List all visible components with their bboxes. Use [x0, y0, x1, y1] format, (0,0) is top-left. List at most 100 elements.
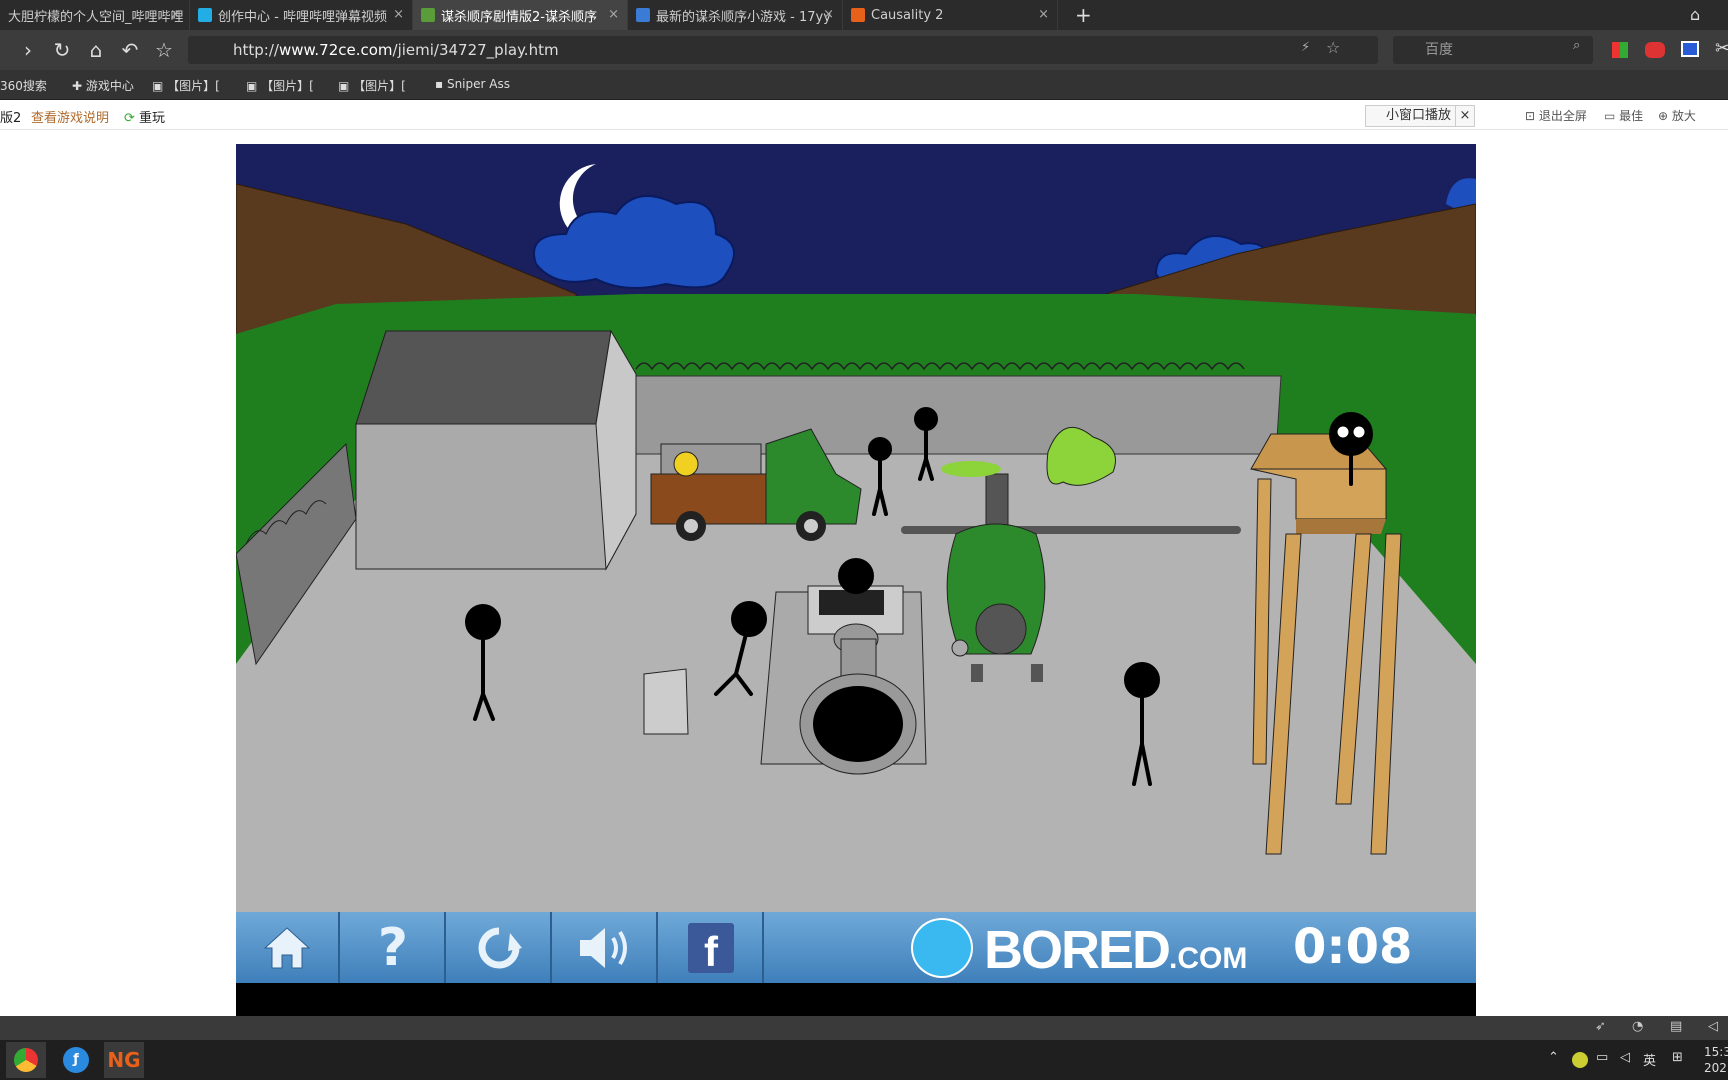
game-canvas[interactable]: ? f BORED.COM 0:08 — [236, 144, 1476, 1016]
binoculars-icon — [1352, 425, 1366, 439]
close-icon[interactable]: × — [393, 7, 404, 22]
metal-box — [643, 668, 689, 735]
close-icon[interactable]: × — [608, 7, 619, 22]
sound-icon — [580, 927, 627, 968]
binoculars-icon — [1336, 425, 1350, 439]
taskbar-browser[interactable] — [6, 1042, 46, 1078]
reload-icon[interactable]: ↻ — [50, 38, 74, 62]
site-icon — [421, 8, 435, 22]
tab-causality[interactable]: Causality 2 × — [843, 0, 1058, 30]
taskbar-newgrounds[interactable]: NG — [104, 1042, 144, 1078]
url-path: /jiemi/34727_play.htm — [392, 41, 559, 59]
forward-icon[interactable]: › — [16, 38, 40, 62]
best-size-button[interactable]: ▭ 最佳 — [1604, 107, 1643, 124]
rocket-icon[interactable]: ➶ — [1595, 1019, 1606, 1034]
tray-expand-icon[interactable]: ⌃ — [1548, 1050, 1559, 1065]
facebook-icon: f — [688, 922, 734, 975]
home-icon[interactable]: ⌂ — [84, 38, 108, 62]
game-title: 版2 — [0, 111, 22, 126]
game-hud: ? f BORED.COM 0:08 — [236, 912, 1476, 983]
replay-icon: ⟳ — [124, 111, 135, 126]
help-button[interactable]: ? — [342, 912, 446, 983]
close-icon[interactable]: × — [823, 7, 834, 22]
zoom-button[interactable]: ⊕ 放大 — [1658, 107, 1696, 124]
new-tab-button[interactable]: + — [1075, 3, 1092, 27]
tab-bilibili-space[interactable]: 大胆柠檬的个人空间_哔哩哔哩 × — [0, 0, 190, 30]
address-bar[interactable]: http://www.72ce.com/jiemi/34727_play.htm — [188, 36, 1378, 64]
navigation-bar: › ↻ ⌂ ↶ ☆ http://www.72ce.com/jiemi/3472… — [0, 30, 1728, 70]
restart-button[interactable] — [448, 912, 552, 983]
os-taskbar: ƒ NG ⌃ ▭ ◁ 英 ⊞ 15:3 202 — [0, 1040, 1728, 1080]
timer-icon[interactable]: ◔ — [1632, 1019, 1643, 1034]
url-prefix: http:// — [233, 41, 279, 59]
browser-icon — [14, 1048, 38, 1072]
sound-button[interactable] — [554, 912, 658, 983]
brand-logo[interactable]: BORED.COM — [984, 912, 1247, 983]
taskbar-flash[interactable]: ƒ — [56, 1042, 96, 1078]
speaker-icon[interactable]: ◁ — [1620, 1050, 1630, 1065]
game-scene[interactable] — [236, 144, 1476, 912]
search-placeholder: 百度 — [1425, 42, 1453, 58]
gamepad-icon[interactable] — [1645, 42, 1665, 58]
search-icon[interactable]: ⌕ — [1573, 38, 1580, 53]
stick-figure-gunner — [838, 558, 874, 594]
bookmark-star-icon[interactable]: ☆ — [1326, 38, 1340, 57]
bookmark-sniper[interactable]: ▪ Sniper Ass — [435, 77, 510, 91]
close-icon[interactable]: × — [170, 7, 181, 22]
close-icon[interactable]: × — [1038, 7, 1049, 22]
bookmark-image-1[interactable]: ▣ 【图片】[ — [152, 77, 220, 94]
trash-icon[interactable]: ▤ — [1670, 1019, 1682, 1034]
page-toolbar: 版2 查看游戏说明 ⟳ 重玩 小窗口播放 × ⊡ 退出全屏 ▭ 最佳 ⊕ 放大 — [0, 100, 1728, 130]
tab-creator-center[interactable]: 创作中心 - 哔哩哔哩弹幕视频 × — [190, 0, 413, 30]
lightning-icon[interactable]: ⚡ — [1301, 40, 1310, 55]
building-roof — [355, 330, 612, 425]
newgrounds-icon — [851, 8, 865, 22]
close-icon[interactable]: × — [1455, 105, 1475, 127]
restart-icon — [478, 927, 522, 968]
bookmark-360[interactable]: 360搜索 — [0, 77, 47, 94]
tab-17yy[interactable]: 最新的谋杀顺序小游戏 - 17yy × — [628, 0, 843, 30]
help-icon: ? — [377, 917, 409, 978]
back-wall — [635, 375, 1282, 455]
tab-title: 最新的谋杀顺序小游戏 - 17yy — [656, 9, 831, 25]
tray-app-icon[interactable] — [1572, 1052, 1588, 1068]
bilibili-icon — [198, 8, 212, 22]
bookmark-image-2[interactable]: ▣ 【图片】[ — [246, 77, 314, 94]
browser-tab-bar: 大胆柠檬的个人空间_哔哩哔哩 × 创作中心 - 哔哩哔哩弹幕视频 × 谋杀顺序剧情版… — [0, 0, 1728, 30]
newgrounds-icon: NG — [107, 1048, 141, 1072]
clock[interactable]: 15:3 202 — [1704, 1044, 1728, 1076]
instructions-link[interactable]: 查看游戏说明 — [31, 107, 109, 126]
bored-mascot-icon — [911, 918, 973, 978]
tab-murder-order[interactable]: 谋杀顺序剧情版2-谋杀顺序 × — [413, 0, 628, 30]
bookmarks-bar: 360搜索 ✚ 游戏中心 ▣ 【图片】[ ▣ 【图片】[ ▣ 【图片】[ ▪ S… — [0, 70, 1728, 100]
green-puddle — [941, 461, 1001, 477]
apps-icon[interactable] — [1612, 42, 1628, 58]
cannon — [760, 585, 927, 775]
shirt-icon[interactable]: ⌂ — [1690, 5, 1700, 24]
site-icon — [636, 8, 650, 22]
tab-title: Causality 2 — [871, 7, 944, 23]
tab-title: 创作中心 - 哔哩哔哩弹幕视频 — [218, 9, 387, 25]
game-timer: 0:08 — [1293, 919, 1413, 975]
bookmark-game-center[interactable]: ✚ 游戏中心 — [72, 77, 134, 94]
home-icon — [263, 926, 311, 968]
star-icon[interactable]: ☆ — [152, 38, 176, 62]
scissors-icon[interactable]: ✂ — [1715, 38, 1728, 59]
browser-status-bar: ➶ ◔ ▤ ◁ — [0, 1016, 1728, 1040]
bookmark-image-3[interactable]: ▣ 【图片】[ — [338, 77, 406, 94]
home-button[interactable] — [236, 912, 340, 983]
search-input[interactable]: 百度 — [1393, 36, 1593, 64]
undo-icon[interactable]: ↶ — [118, 38, 142, 62]
exit-fullscreen-button[interactable]: ⊡ 退出全屏 — [1525, 107, 1587, 124]
volume-icon[interactable]: ◁ — [1708, 1019, 1718, 1034]
screenshot-icon[interactable] — [1681, 41, 1699, 57]
url-host: www.72ce.com — [278, 41, 393, 59]
flash-icon: ƒ — [63, 1047, 89, 1073]
tab-title: 谋杀顺序剧情版2-谋杀顺序 — [441, 9, 597, 25]
tab-title: 大胆柠檬的个人空间_哔哩哔哩 — [8, 9, 184, 25]
network-icon[interactable]: ▭ — [1596, 1050, 1608, 1065]
facebook-button[interactable]: f — [660, 912, 764, 983]
ime-language[interactable]: 英 — [1643, 1050, 1656, 1069]
replay-button[interactable]: ⟳ 重玩 — [124, 107, 165, 126]
ime-grid-icon[interactable]: ⊞ — [1672, 1050, 1683, 1065]
